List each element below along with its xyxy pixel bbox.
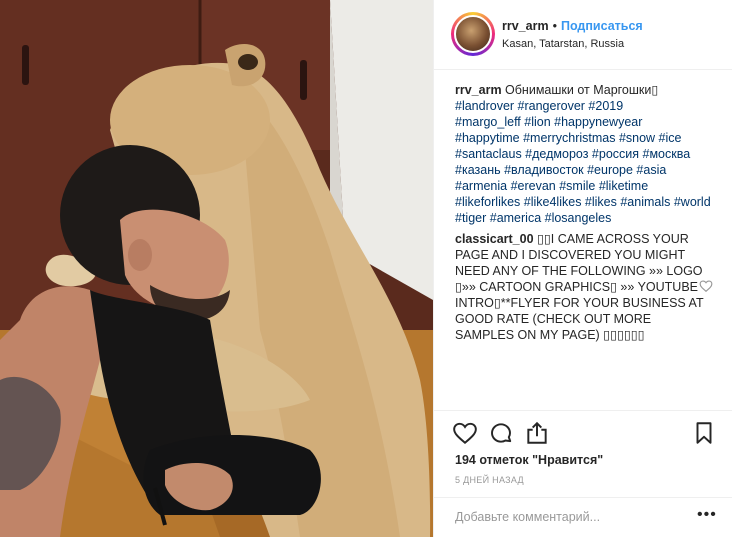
header-separator: • <box>552 19 557 33</box>
more-options-icon[interactable]: ••• <box>697 506 717 524</box>
hashtag-line[interactable]: #tiger #america #losangeles <box>455 210 717 226</box>
bookmark-icon[interactable] <box>691 420 717 446</box>
like-heart-icon[interactable] <box>452 420 478 446</box>
comment-text-line: GOOD RATE (CHECK OUT MORE <box>455 312 652 326</box>
header-line: rrv_arm • Подписаться <box>502 19 643 33</box>
comment-text-line: INTRO▯**FLYER FOR YOUR BUSINESS AT <box>455 296 704 310</box>
hashtag-line[interactable]: #margo_leff #lion #happynewyear <box>455 114 717 130</box>
caption-text: Обнимашки от Маргошки▯ <box>501 83 659 97</box>
post-side-panel: rrv_arm • Подписаться Kasan, Tatarstan, Ru… <box>433 0 732 537</box>
add-comment-bar: ••• <box>434 497 732 537</box>
caption-author[interactable]: rrv_arm <box>455 83 502 97</box>
comment-heart-icon[interactable] <box>699 279 713 293</box>
comment-text-line: NEED ANY OF THE FOLLOWING »» LOGO <box>455 264 703 278</box>
share-icon[interactable] <box>524 420 550 446</box>
instagram-post: rrv_arm • Подписаться Kasan, Tatarstan, Ru… <box>0 0 732 537</box>
hashtag-line[interactable]: #казань #владивосток #europe #asia <box>455 162 717 178</box>
post-header: rrv_arm • Подписаться Kasan, Tatarstan, Ru… <box>434 0 732 70</box>
avatar[interactable] <box>454 15 492 53</box>
header-username[interactable]: rrv_arm <box>502 19 549 33</box>
hashtag-line[interactable]: #likeforlikes #like4likes #likes #animal… <box>455 194 717 210</box>
likes-count[interactable]: 194 отметок "Нравится" <box>455 453 603 467</box>
comment-bubble-icon[interactable] <box>488 420 514 446</box>
comment-text-line: SAMPLES ON MY PAGE) ▯▯▯▯▯▯ <box>455 328 645 342</box>
comment-text-first: ▯▯I CAME ACROSS YOUR <box>533 232 689 246</box>
caption-hashtags[interactable]: #landrover #rangerover #2019 #margo_leff… <box>455 98 717 226</box>
post-caption: rrv_arm Обнимашки от Маргошки▯ #landrove… <box>455 82 717 226</box>
hashtag-line[interactable]: #santaclaus #дедмороз #россия #москва <box>455 146 717 162</box>
comment-text-line: ▯»» CARTOON GRAPHICS▯ »» YOUTUBE <box>455 280 698 294</box>
follow-button[interactable]: Подписаться <box>561 19 643 33</box>
comment-item: classicart_00 ▯▯I CAME ACROSS YOUR PAGE … <box>455 231 705 343</box>
hashtag-line[interactable]: #landrover #rangerover #2019 <box>455 98 717 114</box>
hashtag-line[interactable]: #happytime #merrychristmas #snow #ice <box>455 130 717 146</box>
story-ring[interactable] <box>451 12 495 56</box>
photo-lion-hug <box>0 0 433 537</box>
post-photo[interactable] <box>0 0 433 537</box>
comment-author[interactable]: classicart_00 <box>455 232 534 246</box>
comment-text-line: PAGE AND I DISCOVERED YOU MIGHT <box>455 248 686 262</box>
comment-input[interactable] <box>455 510 675 524</box>
post-actions: 194 отметок "Нравится" 5 дней назад <box>434 410 732 504</box>
hashtag-line[interactable]: #armenia #erevan #smile #liketime <box>455 178 717 194</box>
post-timestamp[interactable]: 5 дней назад <box>455 475 524 485</box>
location-link[interactable]: Kasan, Tatarstan, Russia <box>502 38 624 50</box>
